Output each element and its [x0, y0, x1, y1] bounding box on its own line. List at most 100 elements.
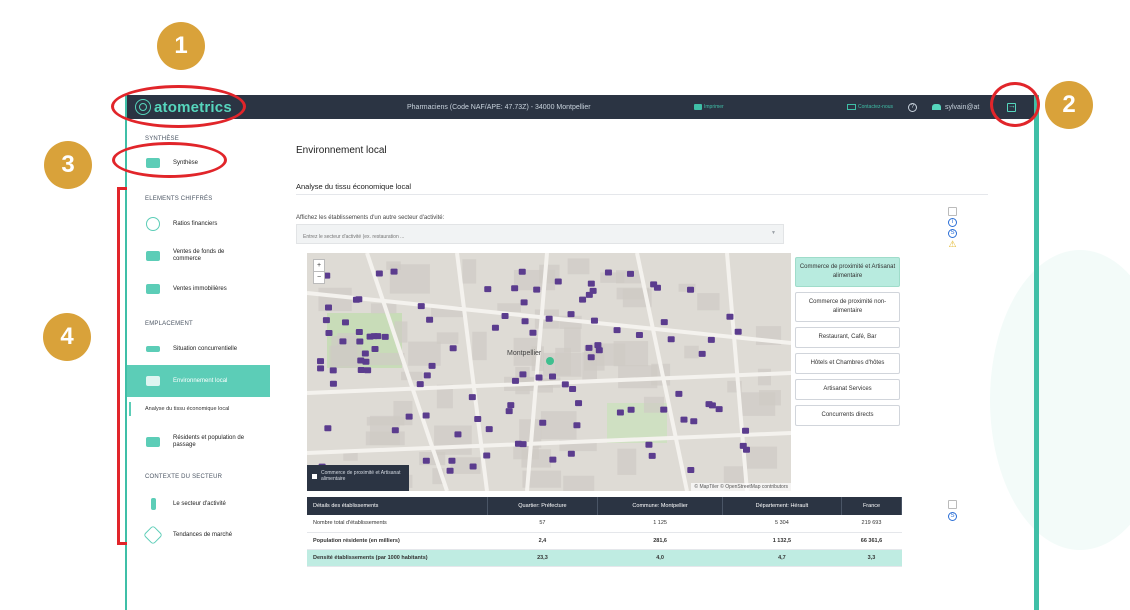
- shop-marker-icon[interactable]: [539, 419, 547, 426]
- shop-marker-icon[interactable]: [507, 402, 515, 409]
- shop-marker-icon[interactable]: [356, 338, 364, 345]
- shop-marker-icon[interactable]: [594, 342, 602, 349]
- shop-marker-icon[interactable]: [590, 317, 598, 324]
- shop-marker-icon[interactable]: [648, 452, 656, 459]
- shop-marker-icon[interactable]: [561, 381, 569, 388]
- shop-marker-icon[interactable]: [469, 463, 477, 470]
- sidebar-item-ventes-immobilieres[interactable]: Ventes immobilières: [127, 279, 270, 299]
- map[interactable]: + − Montpellier Commerce de proximité et…: [307, 253, 791, 491]
- shop-marker-icon[interactable]: [352, 296, 360, 303]
- chevron-down-icon[interactable]: ▼: [771, 230, 776, 236]
- shop-marker-icon[interactable]: [635, 331, 643, 338]
- shop-marker-icon[interactable]: [687, 466, 695, 473]
- shop-marker-icon[interactable]: [660, 406, 668, 413]
- shop-marker-icon[interactable]: [587, 280, 595, 287]
- shop-marker-icon[interactable]: [341, 319, 349, 326]
- user-menu[interactable]: sylvain@at: [932, 104, 979, 111]
- shop-marker-icon[interactable]: [521, 318, 529, 325]
- shop-marker-icon[interactable]: [726, 313, 734, 320]
- shop-marker-icon[interactable]: [698, 350, 706, 357]
- shop-marker-icon[interactable]: [533, 286, 541, 293]
- shop-marker-icon[interactable]: [491, 324, 499, 331]
- shop-marker-icon[interactable]: [374, 333, 382, 340]
- shop-marker-icon[interactable]: [705, 401, 713, 408]
- source-icon[interactable]: S: [948, 229, 957, 238]
- shop-marker-icon[interactable]: [626, 270, 634, 277]
- sidebar-item-secteur[interactable]: Le secteur d'activité: [127, 494, 270, 514]
- download-icon[interactable]: [948, 207, 957, 216]
- shop-marker-icon[interactable]: [423, 372, 431, 379]
- shop-marker-icon[interactable]: [322, 317, 330, 324]
- print-button[interactable]: Imprimer: [694, 104, 724, 110]
- shop-marker-icon[interactable]: [474, 415, 482, 422]
- sidebar-item-ratios[interactable]: Ratios financiers: [127, 214, 270, 234]
- shop-marker-icon[interactable]: [501, 312, 509, 319]
- category-commerce-non-alimentaire[interactable]: Commerce de proximité non-alimentaire: [795, 292, 900, 322]
- category-commerce-alimentaire[interactable]: Commerce de proximité et Artisanat alime…: [795, 257, 900, 287]
- shop-marker-icon[interactable]: [734, 328, 742, 335]
- shop-marker-icon[interactable]: [324, 304, 332, 311]
- shop-marker-icon[interactable]: [381, 333, 389, 340]
- shop-marker-icon[interactable]: [585, 344, 593, 351]
- sidebar-item-tendances[interactable]: Tendances de marché: [127, 525, 270, 545]
- shop-marker-icon[interactable]: [357, 357, 365, 364]
- source-icon[interactable]: S: [948, 512, 957, 521]
- sub-link-analyse[interactable]: Analyse du tissu économique local: [145, 406, 229, 412]
- shop-marker-icon[interactable]: [391, 427, 399, 434]
- shop-marker-icon[interactable]: [613, 327, 621, 334]
- shop-marker-icon[interactable]: [484, 286, 492, 293]
- sidebar-item-residents[interactable]: Résidents et population de passage: [127, 429, 270, 455]
- shop-marker-icon[interactable]: [422, 457, 430, 464]
- shop-marker-icon[interactable]: [645, 441, 653, 448]
- shop-marker-icon[interactable]: [653, 284, 661, 291]
- shop-marker-icon[interactable]: [416, 381, 424, 388]
- shop-marker-icon[interactable]: [426, 316, 434, 323]
- shop-marker-icon[interactable]: [585, 291, 593, 298]
- shop-marker-icon[interactable]: [511, 377, 519, 384]
- shop-marker-icon[interactable]: [483, 452, 491, 459]
- shop-marker-icon[interactable]: [468, 394, 476, 401]
- shop-marker-icon[interactable]: [422, 412, 430, 419]
- shop-marker-icon[interactable]: [687, 286, 695, 293]
- shop-marker-icon[interactable]: [554, 278, 562, 285]
- shop-marker-icon[interactable]: [616, 409, 624, 416]
- sidebar-item-environnement[interactable]: Environnement local: [127, 365, 270, 397]
- shop-marker-icon[interactable]: [317, 365, 325, 372]
- shop-marker-icon[interactable]: [355, 329, 363, 336]
- zoom-in-button[interactable]: +: [314, 260, 324, 271]
- shop-marker-icon[interactable]: [364, 367, 372, 374]
- shop-marker-icon[interactable]: [680, 416, 688, 423]
- shop-marker-icon[interactable]: [587, 354, 595, 361]
- shop-marker-icon[interactable]: [545, 315, 553, 322]
- shop-marker-icon[interactable]: [357, 366, 365, 373]
- shop-marker-icon[interactable]: [485, 426, 493, 433]
- shop-marker-icon[interactable]: [573, 422, 581, 429]
- shop-marker-icon[interactable]: [742, 427, 750, 434]
- shop-marker-icon[interactable]: [569, 386, 577, 393]
- shop-marker-icon[interactable]: [667, 336, 675, 343]
- shop-marker-icon[interactable]: [660, 319, 668, 326]
- category-hotels[interactable]: Hôtels et Chambres d'hôtes: [795, 353, 900, 374]
- shop-marker-icon[interactable]: [519, 371, 527, 378]
- shop-marker-icon[interactable]: [454, 431, 462, 438]
- shop-marker-icon[interactable]: [529, 329, 537, 336]
- sidebar-item-situation[interactable]: Situation concurrentielle: [127, 339, 270, 359]
- shop-marker-icon[interactable]: [549, 373, 557, 380]
- shop-marker-icon[interactable]: [428, 362, 436, 369]
- shop-marker-icon[interactable]: [707, 336, 715, 343]
- download-icon[interactable]: [948, 500, 957, 509]
- sector-search-input[interactable]: [296, 224, 784, 244]
- shop-marker-icon[interactable]: [371, 346, 379, 353]
- shop-marker-icon[interactable]: [579, 296, 587, 303]
- shop-marker-icon[interactable]: [505, 408, 513, 415]
- shop-marker-icon[interactable]: [511, 285, 519, 292]
- shop-marker-icon[interactable]: [595, 347, 603, 354]
- shop-marker-icon[interactable]: [448, 457, 456, 464]
- shop-marker-icon[interactable]: [567, 450, 575, 457]
- shop-marker-icon[interactable]: [317, 358, 325, 365]
- shop-marker-icon[interactable]: [549, 456, 557, 463]
- shop-marker-icon[interactable]: [567, 311, 575, 318]
- sidebar-item-ventes-fonds[interactable]: Ventes de fonds de commerce: [127, 244, 270, 268]
- shop-marker-icon[interactable]: [390, 268, 398, 275]
- shop-marker-icon[interactable]: [446, 467, 454, 474]
